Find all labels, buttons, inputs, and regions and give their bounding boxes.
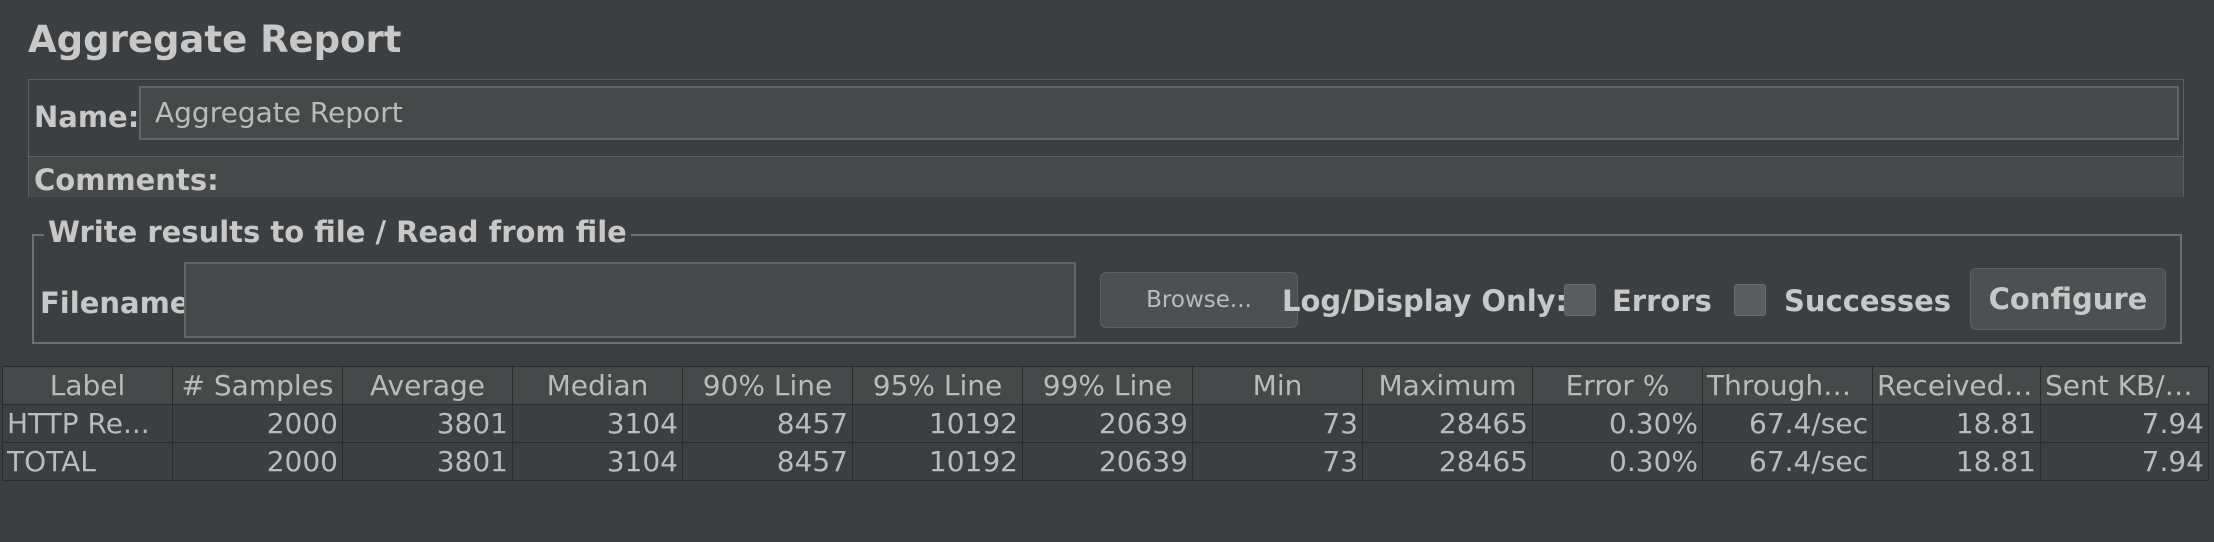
table-cell: 28465 — [1362, 442, 1533, 481]
table-cell: 20639 — [1022, 442, 1193, 481]
column-header-received[interactable]: Received ... — [1872, 366, 2041, 405]
table-cell: 20639 — [1022, 404, 1193, 443]
table-cell: 3801 — [342, 442, 513, 481]
table-cell: HTTP Re... — [2, 404, 173, 443]
column-header-label[interactable]: Label — [2, 366, 173, 405]
file-section: Write results to file / Read from file F… — [32, 215, 2182, 344]
table-cell: 28465 — [1362, 404, 1533, 443]
comments-row[interactable]: Comments: — [29, 156, 2183, 197]
filename-label: Filename — [40, 286, 190, 320]
table-cell: 8457 — [682, 442, 853, 481]
table-row[interactable]: HTTP Re... 2000 3801 3104 8457 10192 206… — [2, 404, 2209, 443]
successes-label: Successes — [1784, 284, 1952, 318]
table-cell: 0.30% — [1532, 442, 1703, 481]
table-cell: 8457 — [682, 404, 853, 443]
column-header-average[interactable]: Average — [342, 366, 513, 405]
column-header-99-line[interactable]: 99% Line — [1022, 366, 1193, 405]
column-header-median[interactable]: Median — [512, 366, 683, 405]
column-header-sent[interactable]: Sent KB/sec — [2040, 366, 2209, 405]
table-cell: 67.4/sec — [1702, 442, 1873, 481]
comments-label: Comments: — [34, 163, 219, 197]
column-header-95-line[interactable]: 95% Line — [852, 366, 1023, 405]
column-header-90-line[interactable]: 90% Line — [682, 366, 853, 405]
errors-checkbox[interactable] — [1564, 284, 1596, 316]
table-cell: 10192 — [852, 442, 1023, 481]
table-cell: 2000 — [172, 442, 343, 481]
errors-label: Errors — [1612, 284, 1712, 318]
table-row[interactable]: TOTAL 2000 3801 3104 8457 10192 20639 73… — [2, 442, 2209, 481]
column-header-maximum[interactable]: Maximum — [1362, 366, 1533, 405]
table-cell: 7.94 — [2040, 404, 2209, 443]
table-cell: 7.94 — [2040, 442, 2209, 481]
table-cell: 3801 — [342, 404, 513, 443]
browse-button[interactable]: Browse... — [1100, 272, 1298, 328]
column-header-error[interactable]: Error % — [1532, 366, 1703, 405]
table-cell: 73 — [1192, 404, 1363, 443]
table-cell: 3104 — [512, 404, 683, 443]
column-header-samples[interactable]: # Samples — [172, 366, 343, 405]
table-cell: 10192 — [852, 404, 1023, 443]
table-cell: 0.30% — [1532, 404, 1703, 443]
column-header-throughput[interactable]: Throughput — [1702, 366, 1873, 405]
table-cell: 3104 — [512, 442, 683, 481]
table-cell: 18.81 — [1872, 442, 2041, 481]
configure-button[interactable]: Configure — [1970, 268, 2166, 330]
name-input[interactable]: Aggregate Report — [139, 86, 2179, 140]
successes-checkbox[interactable] — [1734, 284, 1766, 316]
page-title: Aggregate Report — [28, 18, 402, 61]
table-header-row: Label # Samples Average Median 90% Line … — [2, 366, 2209, 405]
filename-input[interactable] — [184, 262, 1076, 338]
table-cell: 67.4/sec — [1702, 404, 1873, 443]
name-label: Name: — [34, 100, 140, 134]
log-display-only-label: Log/Display Only: — [1282, 284, 1568, 318]
column-header-min[interactable]: Min — [1192, 366, 1363, 405]
table-cell: 2000 — [172, 404, 343, 443]
aggregate-table[interactable]: Label # Samples Average Median 90% Line … — [2, 366, 2209, 481]
table-cell: TOTAL — [2, 442, 173, 481]
table-cell: 18.81 — [1872, 404, 2041, 443]
table-cell: 73 — [1192, 442, 1363, 481]
file-section-legend: Write results to file / Read from file — [44, 215, 631, 249]
name-comments-panel: Name: Aggregate Report Comments: — [28, 79, 2184, 197]
